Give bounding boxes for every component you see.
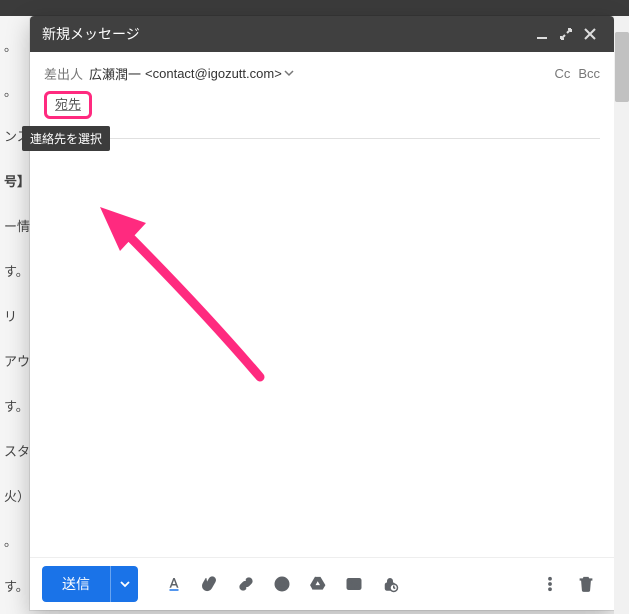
popout-button[interactable] xyxy=(554,22,578,46)
compose-titlebar: 新規メッセージ xyxy=(30,16,614,52)
minimize-button[interactable] xyxy=(530,22,554,46)
to-label: 宛先 xyxy=(55,96,81,114)
annotation-arrow-icon xyxy=(80,187,300,407)
format-icon[interactable] xyxy=(158,568,190,600)
from-dropdown[interactable] xyxy=(284,68,294,78)
more-icon[interactable] xyxy=(534,568,566,600)
scrollbar-thumb[interactable] xyxy=(615,32,629,102)
trash-icon[interactable] xyxy=(570,568,602,600)
minimize-icon xyxy=(536,28,548,40)
image-icon[interactable] xyxy=(338,568,370,600)
emoji-icon[interactable] xyxy=(266,568,298,600)
bcc-button[interactable]: Bcc xyxy=(578,66,600,81)
background-dark-strip xyxy=(0,0,629,16)
to-field-button[interactable]: 宛先 xyxy=(44,91,92,119)
to-row: 宛先 連絡先を選択 xyxy=(44,88,600,122)
compose-body[interactable] xyxy=(30,139,614,557)
expand-icon xyxy=(560,28,572,40)
confidential-icon[interactable] xyxy=(374,568,406,600)
chevron-down-icon xyxy=(284,68,294,78)
from-row: 差出人 広瀬潤一 <contact@igozutt.com> Cc Bcc xyxy=(44,58,600,88)
cc-button[interactable]: Cc xyxy=(554,66,570,81)
from-name: 広瀬潤一 xyxy=(89,64,141,83)
close-icon xyxy=(584,28,596,40)
send-group: 送信 xyxy=(42,566,138,602)
compose-title: 新規メッセージ xyxy=(42,24,530,44)
send-options-button[interactable] xyxy=(110,566,138,602)
page-scrollbar[interactable] xyxy=(614,16,629,614)
chevron-down-icon xyxy=(120,579,130,589)
link-icon[interactable] xyxy=(230,568,262,600)
send-button[interactable]: 送信 xyxy=(42,566,110,602)
drive-icon[interactable] xyxy=(302,568,334,600)
compose-window: 新規メッセージ 差出人 広瀬潤一 <contact@igozutt.com> C… xyxy=(30,16,614,610)
close-button[interactable] xyxy=(578,22,602,46)
compose-toolbar: 送信 xyxy=(30,557,614,610)
attach-icon[interactable] xyxy=(194,568,226,600)
from-email: <contact@igozutt.com> xyxy=(145,66,282,81)
from-label: 差出人 xyxy=(44,64,83,83)
